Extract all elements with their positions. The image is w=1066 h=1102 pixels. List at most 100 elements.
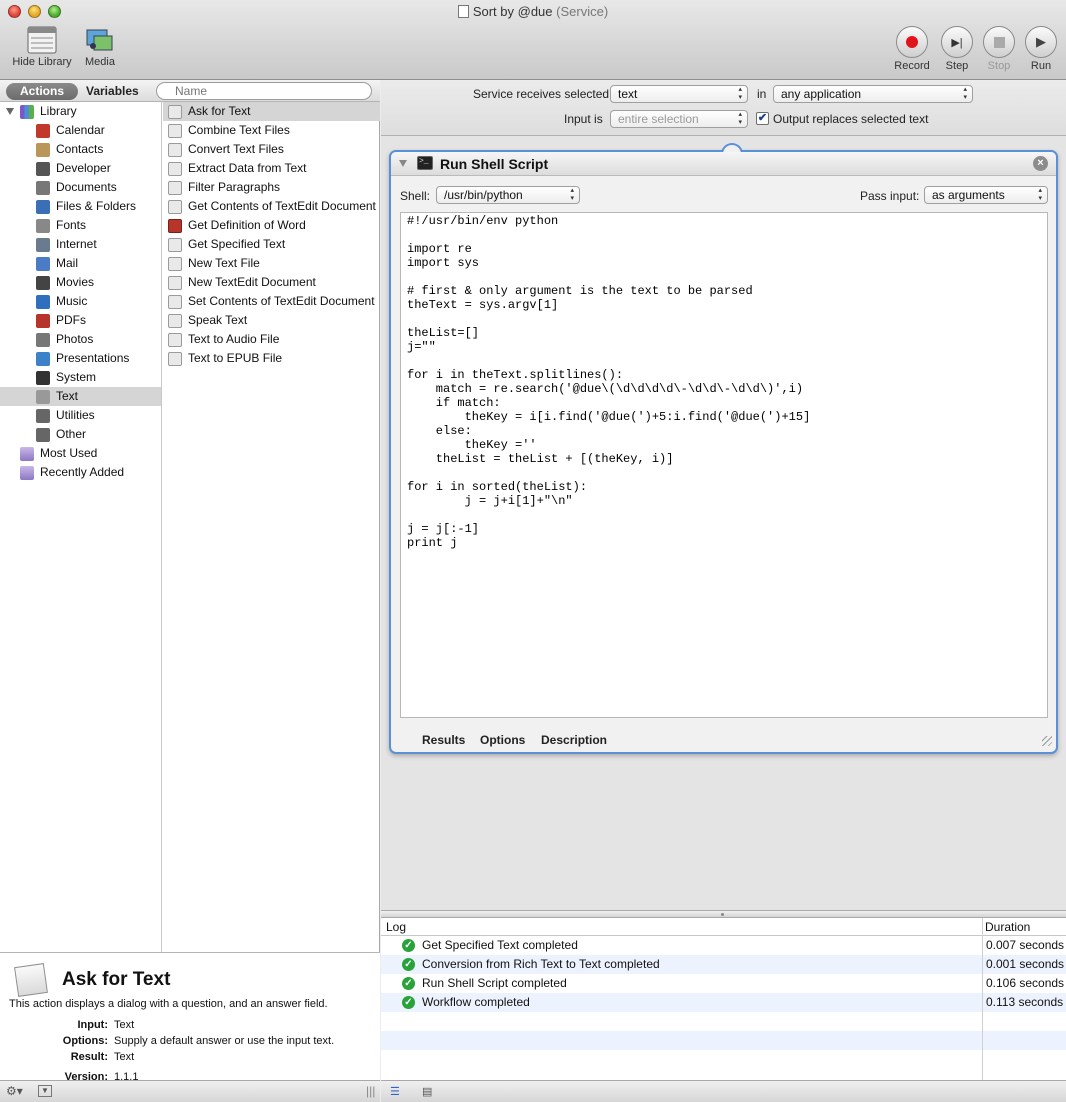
action-label: Set Contents of TextEdit Document (188, 294, 375, 308)
record-button[interactable]: Record (891, 26, 933, 72)
action-get-contents-of-textedit-document[interactable]: Get Contents of TextEdit Document (163, 197, 380, 216)
smart-group-recently-added[interactable]: Recently Added (0, 463, 161, 482)
action-new-textedit-document[interactable]: New TextEdit Document (163, 273, 380, 292)
input-is-label: Input is (564, 112, 603, 126)
action-text-to-epub-file[interactable]: Text to EPUB File (163, 349, 380, 368)
log-duration: 0.007 seconds (986, 938, 1065, 952)
action-get-definition-of-word[interactable]: Get Definition of Word (163, 216, 380, 235)
library-root[interactable]: Library (0, 102, 161, 121)
category-calendar[interactable]: Calendar (0, 121, 161, 140)
log-message: Workflow completed (422, 995, 530, 1009)
smart-group-label: Recently Added (40, 465, 125, 479)
action-title: Run Shell Script (440, 156, 549, 172)
category-files-folders[interactable]: Files & Folders (0, 197, 161, 216)
action-new-text-file[interactable]: New Text File (163, 254, 380, 273)
text-action-icon (168, 219, 182, 233)
category-internet[interactable]: Internet (0, 235, 161, 254)
action-speak-text[interactable]: Speak Text (163, 311, 380, 330)
smart-group-most-used[interactable]: Most Used (0, 444, 161, 463)
category-mail[interactable]: Mail (0, 254, 161, 273)
category-movies[interactable]: Movies (0, 273, 161, 292)
log-splitter[interactable] (381, 910, 1066, 918)
log-header: Log Duration (381, 918, 1066, 936)
category-text[interactable]: Text (0, 387, 161, 406)
log-message: Run Shell Script completed (422, 976, 567, 990)
action-filter-paragraphs[interactable]: Filter Paragraphs (163, 178, 380, 197)
resize-grip-icon[interactable] (1042, 736, 1052, 746)
options-value: Supply a default answer or use the input… (114, 1035, 335, 1047)
results-tab[interactable]: Results (422, 733, 465, 747)
library-root-label: Library (40, 104, 77, 118)
action-extract-data-from-text[interactable]: Extract Data from Text (163, 159, 380, 178)
window-title: Sort by @due (Service) (0, 4, 1066, 19)
action-set-contents-of-textedit-document[interactable]: Set Contents of TextEdit Document (163, 292, 380, 311)
log-row[interactable]: ✓ Run Shell Script completed 0.106 seconds (381, 974, 1066, 993)
gear-icon[interactable]: ⚙▾ (6, 1084, 23, 1098)
category-presentations[interactable]: Presentations (0, 349, 161, 368)
action-label: Extract Data from Text (188, 161, 307, 175)
category-pdfs[interactable]: PDFs (0, 311, 161, 330)
list-view-icon[interactable]: ☰ (390, 1085, 400, 1098)
variables-tab[interactable]: Variables (86, 83, 139, 100)
description-tab[interactable]: Description (541, 733, 607, 747)
pass-input-popup[interactable]: as arguments (924, 186, 1048, 204)
action-get-specified-text[interactable]: Get Specified Text (163, 235, 380, 254)
action-text-to-audio-file[interactable]: Text to Audio File (163, 330, 380, 349)
shell-popup[interactable]: /usr/bin/python (436, 186, 580, 204)
step-icon: ▶| (941, 26, 973, 58)
run-button[interactable]: ▶ Run (1022, 26, 1060, 72)
checkmark-icon: ✓ (402, 996, 415, 1009)
category-contacts[interactable]: Contacts (0, 140, 161, 159)
actions-tab[interactable]: Actions (6, 83, 78, 100)
record-icon (896, 26, 928, 58)
media-button[interactable]: Media (80, 26, 120, 68)
action-label: Filter Paragraphs (188, 180, 281, 194)
category-fonts[interactable]: Fonts (0, 216, 161, 235)
application-popup[interactable]: any application (773, 85, 973, 103)
run-icon: ▶ (1025, 26, 1057, 58)
output-replaces-label: Output replaces selected text (773, 112, 929, 126)
hide-library-button[interactable]: Hide Library (8, 26, 76, 68)
input-is-popup[interactable]: entire selection (610, 110, 748, 128)
log-row[interactable]: ✓ Get Specified Text completed 0.007 secon… (381, 936, 1066, 955)
input-type-popup[interactable]: text (610, 85, 748, 103)
action-ask-for-text[interactable]: Ask for Text (163, 102, 380, 121)
description-toggle-icon[interactable]: ▼ (38, 1085, 52, 1097)
script-editor[interactable]: #!/usr/bin/env python import re import s… (400, 212, 1048, 718)
smart-group-list: Most Used Recently Added (0, 444, 161, 482)
output-replaces-checkbox[interactable]: ✔ (756, 112, 769, 125)
fonts-icon (36, 219, 50, 233)
collapse-triangle-icon[interactable] (399, 160, 407, 167)
search-input[interactable] (156, 82, 372, 100)
resize-handle-icon[interactable]: ||| (366, 1084, 375, 1098)
remove-action-icon[interactable]: × (1033, 156, 1048, 171)
stop-button[interactable]: Stop (980, 26, 1018, 72)
run-shell-script-action[interactable]: Run Shell Script × Shell: /usr/bin/pytho… (389, 143, 1058, 754)
step-button[interactable]: ▶| Step (938, 26, 976, 72)
category-label: Text (56, 389, 79, 403)
category-other[interactable]: Other (0, 425, 161, 444)
step-label: Step (945, 60, 969, 72)
log-row[interactable]: ✓ Workflow completed 0.113 seconds (381, 993, 1066, 1012)
category-utilities[interactable]: Utilities (0, 406, 161, 425)
category-photos[interactable]: Photos (0, 330, 161, 349)
movies-icon (36, 276, 50, 290)
category-music[interactable]: Music (0, 292, 161, 311)
action-convert-text-files[interactable]: Convert Text Files (163, 140, 380, 159)
log-bottom-bar: ☰ ▤ (381, 1080, 1066, 1102)
category-developer[interactable]: Developer (0, 159, 161, 178)
duration-column-header[interactable]: Duration (985, 920, 1030, 934)
category-documents[interactable]: Documents (0, 178, 161, 197)
in-label: in (757, 87, 767, 101)
category-system[interactable]: System (0, 368, 161, 387)
documents-icon (36, 181, 50, 195)
action-combine-text-files[interactable]: Combine Text Files (163, 121, 380, 140)
action-label: Convert Text Files (188, 142, 284, 156)
log-duration: 0.113 seconds (986, 995, 1064, 1009)
log-column-header[interactable]: Log (386, 920, 406, 934)
disclosure-triangle-icon[interactable] (6, 108, 14, 115)
log-row[interactable]: ✓ Conversion from Rich Text to Text compl… (381, 955, 1066, 974)
smart-folder-icon (20, 447, 34, 461)
options-tab[interactable]: Options (480, 733, 525, 747)
workflow-view-icon[interactable]: ▤ (422, 1085, 432, 1098)
